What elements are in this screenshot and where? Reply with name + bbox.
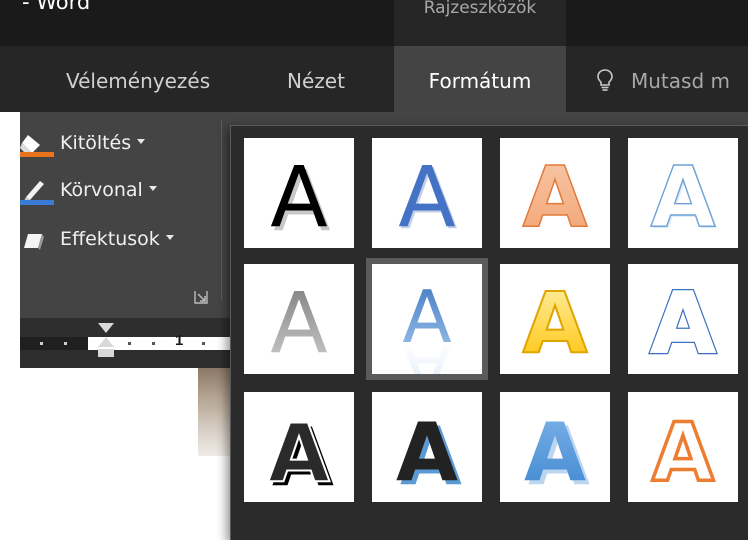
ruler-margin [20,337,88,350]
fill-color-bar [20,152,54,157]
wordart-letter: A [398,148,455,246]
wordart-style-3[interactable]: A [500,138,610,248]
dialog-launcher-icon[interactable] [194,290,208,304]
wordart-letter: A [268,407,330,500]
tab-view[interactable]: Nézet [287,46,345,112]
ruler-tick [40,342,43,345]
wordart-orange-white-icon: A [650,404,716,501]
outline-color-bar [20,200,54,205]
wordart-letter-reflection: A [402,327,451,374]
indent-marker-icon[interactable] [96,323,116,369]
wordart-style-12[interactable]: A [628,392,738,502]
wordart-black-blue-shadow-icon: A A [396,406,462,502]
wordart-blue-3d-icon: A A [524,406,590,502]
wordart-style-8[interactable]: A A [628,264,738,374]
wordart-style-5[interactable]: A [244,264,354,374]
chevron-down-icon [148,186,157,191]
tab-format[interactable]: Formátum [394,46,566,112]
wordart-letter: A [652,406,714,499]
wordart-letter: A [270,274,327,372]
ruler-tick [152,342,155,345]
group-divider [221,120,222,300]
word-window: - Word Rajzeszközök Véleményezés Nézet F… [0,0,748,540]
wordart-letter: A [522,274,587,372]
ribbon-tab-bar: Véleményezés Nézet Formátum Mutasd m [0,46,748,112]
wordart-style-11[interactable]: A A [500,392,610,502]
wordart-white-blue-outline-icon: A A [650,147,718,248]
ruler-tick [202,342,205,345]
wordart-style-9[interactable]: A A [244,392,354,502]
wordart-letter: A [650,148,715,246]
wordart-style-7[interactable]: A [500,264,610,374]
wordart-letter: A [524,406,586,499]
wordart-gold-icon: A [521,273,588,373]
wordart-black-outline-shadow-icon: A A [267,406,334,502]
tell-me-label: Mutasd m [631,69,730,93]
wordart-style-4[interactable]: A A [628,138,738,248]
ruler-tick [128,342,131,345]
wordart-blue-double-outline-icon: A A [648,272,717,374]
wordart-style-6[interactable]: A A [366,258,488,380]
text-fill-label: Kitöltés [60,132,132,154]
tab-review[interactable]: Véleményezés [66,46,210,112]
context-tab-drawing-tools: Rajzeszközök [394,0,566,46]
text-outline-label: Körvonal [60,179,143,201]
wordart-style-1[interactable]: A A [244,138,354,248]
app-name: - Word [22,0,91,14]
wordart-style-10[interactable]: A A [372,392,482,502]
context-tab-label: Rajzeszközök [423,0,537,18]
wordart-style-2[interactable]: A A [372,138,482,248]
wordart-blue-shadow-icon: A A [398,148,457,248]
wordart-orange-outline-icon: A [522,147,589,247]
wordart-letter: A [522,148,587,246]
wordart-letter: A [396,406,458,499]
paint-bucket-icon [20,135,54,157]
wordart-blue-reflection-icon: A A [402,275,451,374]
chevron-down-icon [165,235,174,240]
title-bar: - Word Rajzeszközök [0,0,748,46]
chevron-down-icon [137,139,146,144]
lightbulb-icon [597,69,613,91]
pen-outline-icon [20,181,54,205]
wordart-styles-gallery: A A A A A A A A A A A A A A A A A A A A [230,125,748,540]
ruler-number: 1 [175,332,184,349]
text-effects-icon [24,234,44,250]
wordart-letter: A [650,274,715,372]
wordart-black-shadow-icon: A A [270,148,330,248]
text-effects-label: Effektusok [60,228,160,250]
tell-me-search[interactable]: Mutasd m [593,46,730,112]
ruler-tick [64,342,67,345]
wordart-letter: A [270,148,327,246]
wordart-gray-gradient-icon: A [270,274,327,372]
